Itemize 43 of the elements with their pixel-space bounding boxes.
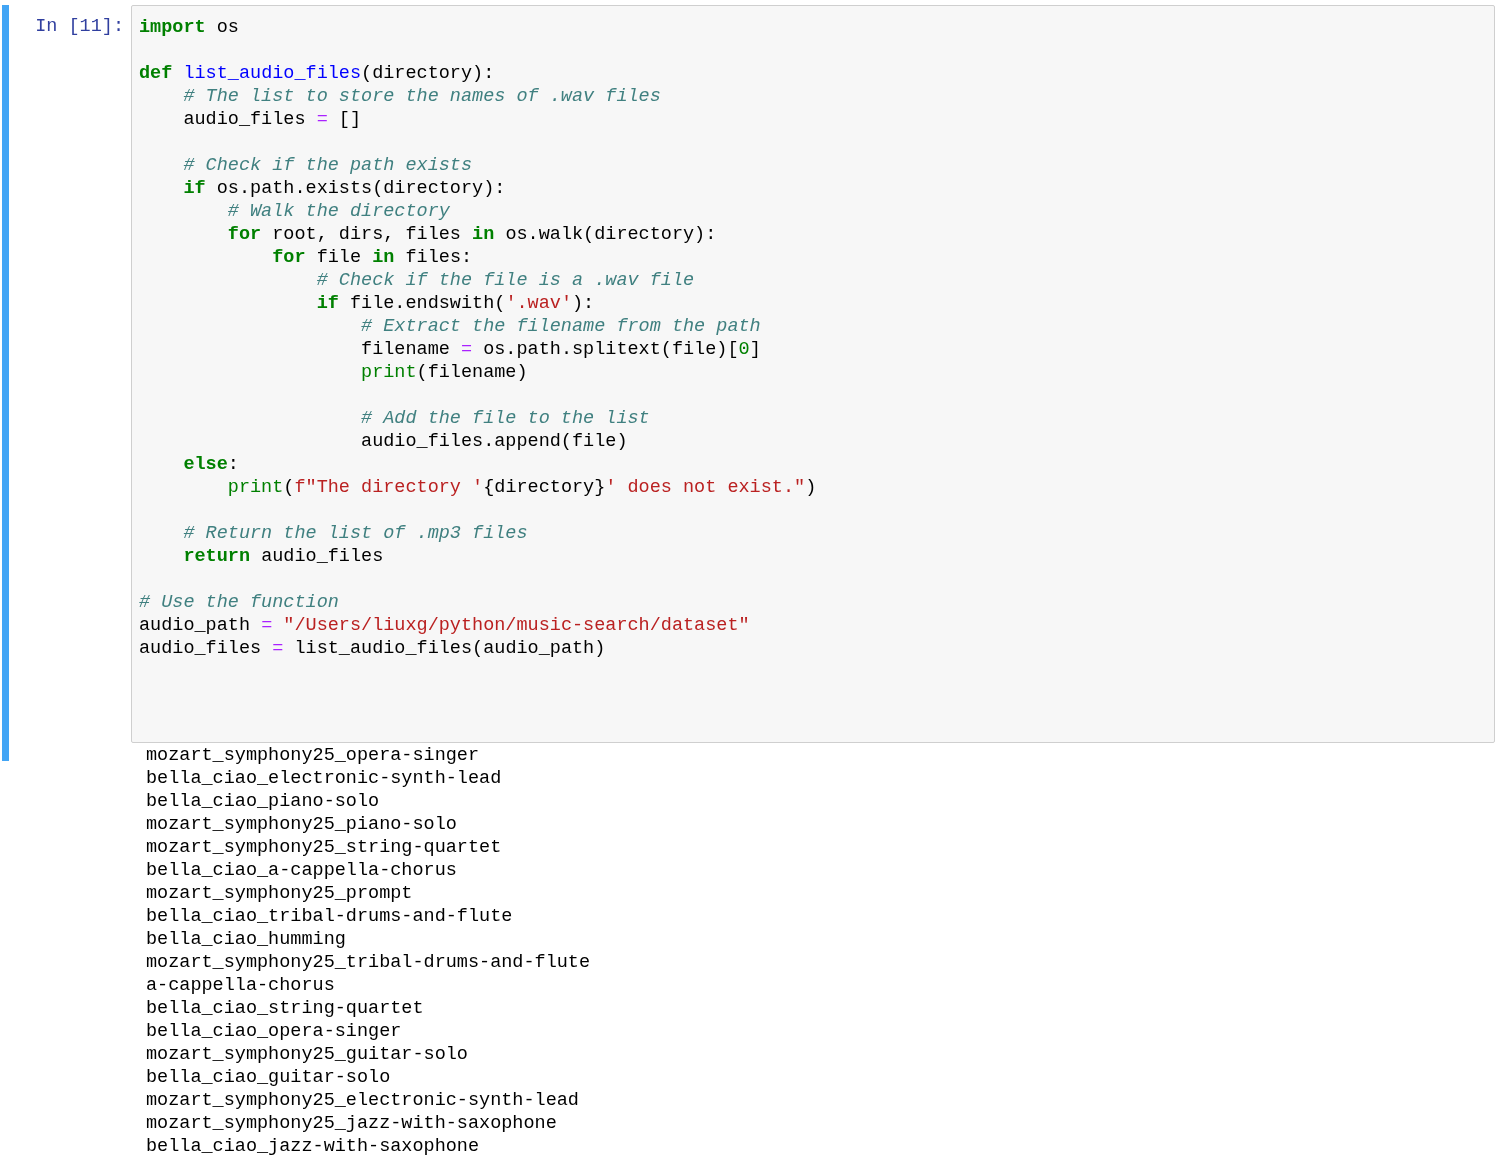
output-line: bella_ciao_piano-solo — [146, 790, 381, 813]
output-line: mozart_symphony25_tribal-drums-and-flute — [146, 951, 592, 974]
code-line: import os — [139, 16, 240, 39]
output-line: a-cappella-chorus — [146, 974, 336, 997]
code-line: # The list to store the names of .wav files — [182, 85, 662, 108]
output-line: bella_ciao_guitar-solo — [146, 1066, 392, 1089]
code-line: for file in files: — [271, 246, 474, 269]
code-line: # Add the file to the list — [360, 407, 651, 430]
code-line: return audio_files — [182, 545, 385, 568]
output-line: bella_ciao_electronic-synth-lead — [146, 767, 503, 790]
code-line: filename = os.path.splitext(file)[0] — [360, 338, 762, 361]
output-line: bella_ciao_tribal-drums-and-flute — [146, 905, 514, 928]
code-line: # Return the list of .mp3 files — [182, 522, 529, 545]
code-line: # Walk the directory — [226, 200, 451, 223]
code-line: print(filename) — [360, 361, 529, 384]
output-line: bella_ciao_humming — [146, 928, 347, 951]
code-line: audio_files = list_audio_files(audio_path) — [139, 637, 607, 660]
output-line: mozart_symphony25_jazz-with-saxophone — [146, 1112, 558, 1135]
code-line: # Extract the filename from the path — [360, 315, 762, 338]
input-prompt: In [11]: — [34, 15, 125, 39]
output-line: bella_ciao_string-quartet — [146, 997, 425, 1020]
output-line: bella_ciao_jazz-with-saxophone — [146, 1135, 481, 1158]
output-line: bella_ciao_opera-singer — [146, 1020, 403, 1043]
code-line: else: — [182, 453, 240, 476]
output-line: mozart_symphony25_piano-solo — [146, 813, 458, 836]
code-line: # Check if the file is a .wav file — [315, 269, 696, 292]
code-line: for root, dirs, files in os.walk(directory): — [226, 223, 718, 246]
code-line: print(f"The directory '{directory}' does not exist.") — [226, 476, 818, 499]
output-line: mozart_symphony25_string-quartet — [146, 836, 503, 859]
output-line: bella_ciao_a-cappella-chorus — [146, 859, 458, 882]
code-line: # Use the function — [139, 591, 340, 614]
code-line: if os.path.exists(directory): — [182, 177, 507, 200]
code-line: audio_files = [] — [182, 108, 363, 131]
code-editor[interactable] — [131, 5, 1495, 743]
code-line: audio_files.append(file) — [360, 430, 629, 453]
code-line: if file.endswith('.wav'): — [315, 292, 596, 315]
output-line: mozart_symphony25_prompt — [146, 882, 414, 905]
output-line: mozart_symphony25_opera-singer — [146, 744, 481, 767]
output-line: mozart_symphony25_electronic-synth-lead — [146, 1089, 580, 1112]
code-line: # Check if the path exists — [182, 154, 474, 177]
code-line: audio_path = "/Users/liuxg/python/music-search/dataset" — [139, 614, 751, 637]
code-line: def list_audio_files(directory): — [139, 62, 496, 85]
output-line: mozart_symphony25_guitar-solo — [146, 1043, 469, 1066]
